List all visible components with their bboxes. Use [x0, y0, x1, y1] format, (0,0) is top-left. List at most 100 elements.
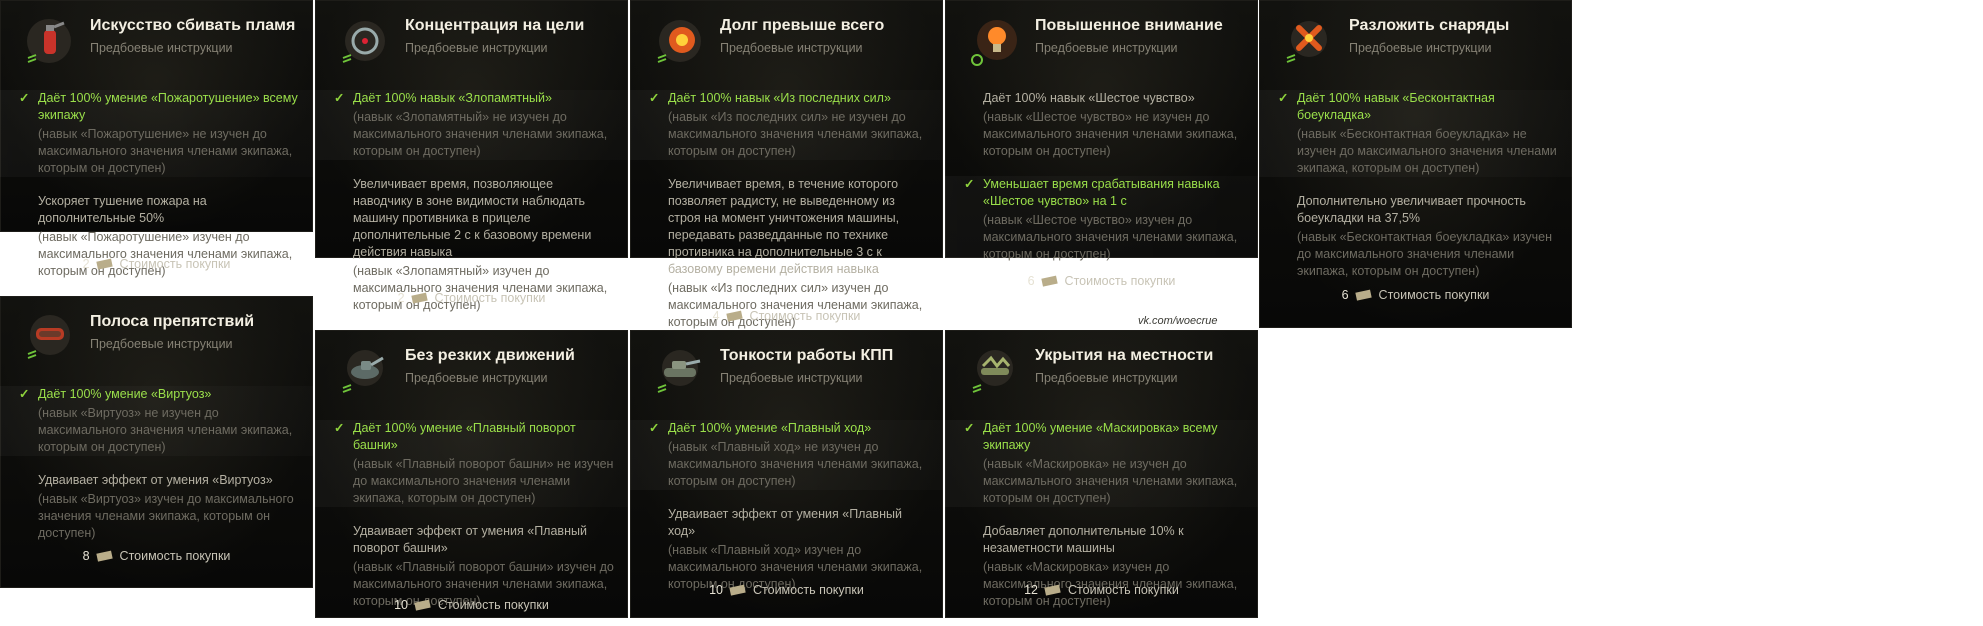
effect-text: Даёт 100% умение «Виртуоз»	[38, 387, 212, 401]
effect-section-active: ✓ Даёт 100% умение «Пожаротушение» всему…	[0, 90, 313, 177]
card-title: Долг превыше всего	[720, 17, 885, 34]
instruction-card-fire[interactable]: Искусство сбивать пламя Предбоевые инстр…	[0, 0, 313, 278]
purchase-cost: 6 Стоимость покупки	[1259, 288, 1572, 302]
effect-text: Удваивает эффект от умения «Плавный ход»	[668, 507, 902, 538]
radio-explosion-icon	[650, 14, 708, 70]
card-title: Без резких движений	[405, 347, 575, 364]
effect-section-active: ✓ Даёт 100% умение «Плавный поворот башн…	[315, 420, 628, 507]
effect-note: (навык «Злопамятный» изучен до максималь…	[353, 264, 608, 312]
purchase-cost: 12 Стоимость покупки	[945, 583, 1258, 597]
check-icon: ✓	[334, 421, 345, 435]
effect-note: (навык «Из последних сил» не изучен до м…	[668, 110, 923, 158]
effect-text: Даёт 100% навык «Шестое чувство»	[983, 91, 1195, 105]
card-title: Искусство сбивать пламя	[90, 17, 296, 34]
card-subtitle: Предбоевые инструкции	[90, 41, 233, 55]
card-subtitle: Предбоевые инструкции	[720, 41, 863, 55]
instruction-card-shells[interactable]: Разложить снаряды Предбоевые инструкции …	[1259, 0, 1572, 328]
instruction-card-focus[interactable]: Концентрация на цели Предбоевые инструкц…	[315, 0, 628, 312]
instruction-card-duty[interactable]: Долг превыше всего Предбоевые инструкции…	[630, 0, 943, 329]
effect-text: Даёт 100% навык «Из последних сил»	[668, 91, 891, 105]
instruction-card-cover[interactable]: Укрытия на местности Предбоевые инструкц…	[945, 330, 1258, 618]
check-icon: ✓	[649, 91, 660, 105]
purchase-cost: 10 Стоимость покупки	[315, 598, 628, 612]
effect-section: Удваивает эффект от умения «Плавный ход»…	[630, 506, 943, 593]
booklet-icon	[95, 550, 114, 562]
turret-icon	[335, 344, 393, 400]
booklet-icon	[95, 258, 114, 270]
purchase-cost: 2 Стоимость покупки	[315, 291, 628, 305]
booklet-icon	[410, 292, 429, 304]
effect-note: (навык «Виртуоз» изучен до максимального…	[38, 492, 294, 540]
check-icon: ✓	[1278, 91, 1289, 105]
effect-text: Даёт 100% умение «Плавный ход»	[668, 421, 872, 435]
effect-section: Даёт 100% навык «Шестое чувство» (навык …	[945, 90, 1258, 160]
instruction-card-gearbox[interactable]: Тонкости работы КПП Предбоевые инструкци…	[630, 330, 943, 618]
effect-note: (навык «Злопамятный» не изучен до максим…	[353, 110, 608, 158]
booklet-icon	[725, 310, 744, 322]
effect-section-active: ✓ Даёт 100% умение «Виртуоз» (навык «Вир…	[0, 386, 313, 456]
watermark: vk.com/woecrue	[1138, 315, 1218, 327]
effect-section: Удваивает эффект от умения «Виртуоз» (на…	[0, 472, 313, 542]
cost-value: 10	[394, 598, 409, 612]
purchase-cost: 2 Стоимость покупки	[0, 257, 313, 271]
card-subtitle: Предбоевые инструкции	[405, 41, 548, 55]
cost-value: 8	[82, 549, 90, 563]
card-subtitle: Предбоевые инструкции	[1349, 41, 1492, 55]
effect-note: (навык «Пожаротушение» не изучен до макс…	[38, 127, 293, 175]
purchase-cost: 6 Стоимость покупки	[945, 274, 1258, 288]
card-title: Повышенное внимание	[1035, 17, 1223, 34]
instruction-card-turret[interactable]: Без резких движений Предбоевые инструкци…	[315, 330, 628, 618]
effect-text: Увеличивает время, позволяющее наводчику…	[353, 177, 592, 259]
instruction-card-obstacles[interactable]: Полоса препятствий Предбоевые инструкции…	[0, 296, 313, 588]
camouflage-icon	[965, 344, 1023, 400]
check-icon: ✓	[964, 177, 975, 191]
effect-text: Даёт 100% умение «Плавный поворот башни»	[353, 421, 576, 452]
check-icon: ✓	[964, 421, 975, 435]
cost-label: Стоимость покупки	[119, 549, 231, 563]
cost-value: 2	[82, 257, 90, 271]
effect-text: Даёт 100% умение «Пожаротушение» всему э…	[38, 91, 298, 122]
cost-label: Стоимость покупки	[1378, 288, 1490, 302]
effect-note: (навык «Плавный ход» не изучен до максим…	[668, 440, 923, 488]
effect-section-active: ✓ Даёт 100% навык «Злопамятный» (навык «…	[315, 90, 628, 160]
booklet-icon	[729, 584, 747, 596]
effect-note: (навык «Плавный поворот башни» не изучен…	[353, 457, 614, 505]
cost-label: Стоимость покупки	[1068, 583, 1179, 597]
cost-label: Стоимость покупки	[1064, 274, 1176, 288]
effect-note: (навык «Бесконтактная боеукладка» изучен…	[1297, 230, 1553, 278]
booklet-icon	[1040, 275, 1059, 287]
booklet-icon	[1354, 289, 1373, 301]
effect-note: (навык «Маскировка» не изучен до максима…	[983, 457, 1238, 505]
cost-label: Стоимость покупки	[119, 257, 231, 271]
tank-icon	[650, 344, 708, 400]
check-icon: ✓	[19, 387, 30, 401]
sniper-scope-icon	[335, 14, 393, 70]
effect-note: (навык «Из последних сил» изучен до макс…	[668, 281, 923, 329]
booklet-icon	[414, 599, 432, 611]
effect-section-active: ✓ Даёт 100% умение «Плавный ход» (навык …	[630, 420, 943, 490]
effect-note: (навык «Шестое чувство» изучен до максим…	[983, 213, 1238, 261]
cost-value: 10	[709, 583, 724, 597]
card-title: Укрытия на местности	[1035, 347, 1214, 364]
fire-extinguisher-icon	[20, 14, 78, 70]
card-subtitle: Предбоевые инструкции	[90, 337, 233, 351]
effect-note: (навык «Виртуоз» не изучен до максимальн…	[38, 406, 293, 454]
card-subtitle: Предбоевые инструкции	[720, 371, 863, 385]
effect-text: Добавляет дополнительные 10% к незаметно…	[983, 524, 1184, 555]
effect-section-active: ✓ Уменьшает время срабатывания навыка «Ш…	[945, 176, 1258, 263]
purchase-cost: 8 Стоимость покупки	[0, 549, 313, 563]
cost-label: Стоимость покупки	[749, 309, 861, 323]
tank-track-icon	[20, 310, 78, 366]
effect-note: (навык «Шестое чувство» не изучен до мак…	[983, 110, 1238, 158]
cost-label: Стоимость покупки	[753, 583, 864, 597]
purchase-cost: 10 Стоимость покупки	[630, 583, 943, 597]
effect-section: Дополнительно увеличивает прочность боеу…	[1259, 193, 1572, 280]
effect-text: Даёт 100% навык «Злопамятный»	[353, 91, 552, 105]
effect-text: Удваивает эффект от умения «Виртуоз»	[38, 473, 273, 487]
cost-label: Стоимость покупки	[438, 598, 549, 612]
purchase-cost: 4 Стоимость покупки	[630, 309, 943, 323]
card-title: Разложить снаряды	[1349, 17, 1510, 34]
effect-text: Ускоряет тушение пожара на дополнительны…	[38, 194, 207, 225]
instruction-card-attention[interactable]: Повышенное внимание Предбоевые инструкци…	[945, 0, 1258, 288]
cost-value: 12	[1024, 583, 1039, 597]
